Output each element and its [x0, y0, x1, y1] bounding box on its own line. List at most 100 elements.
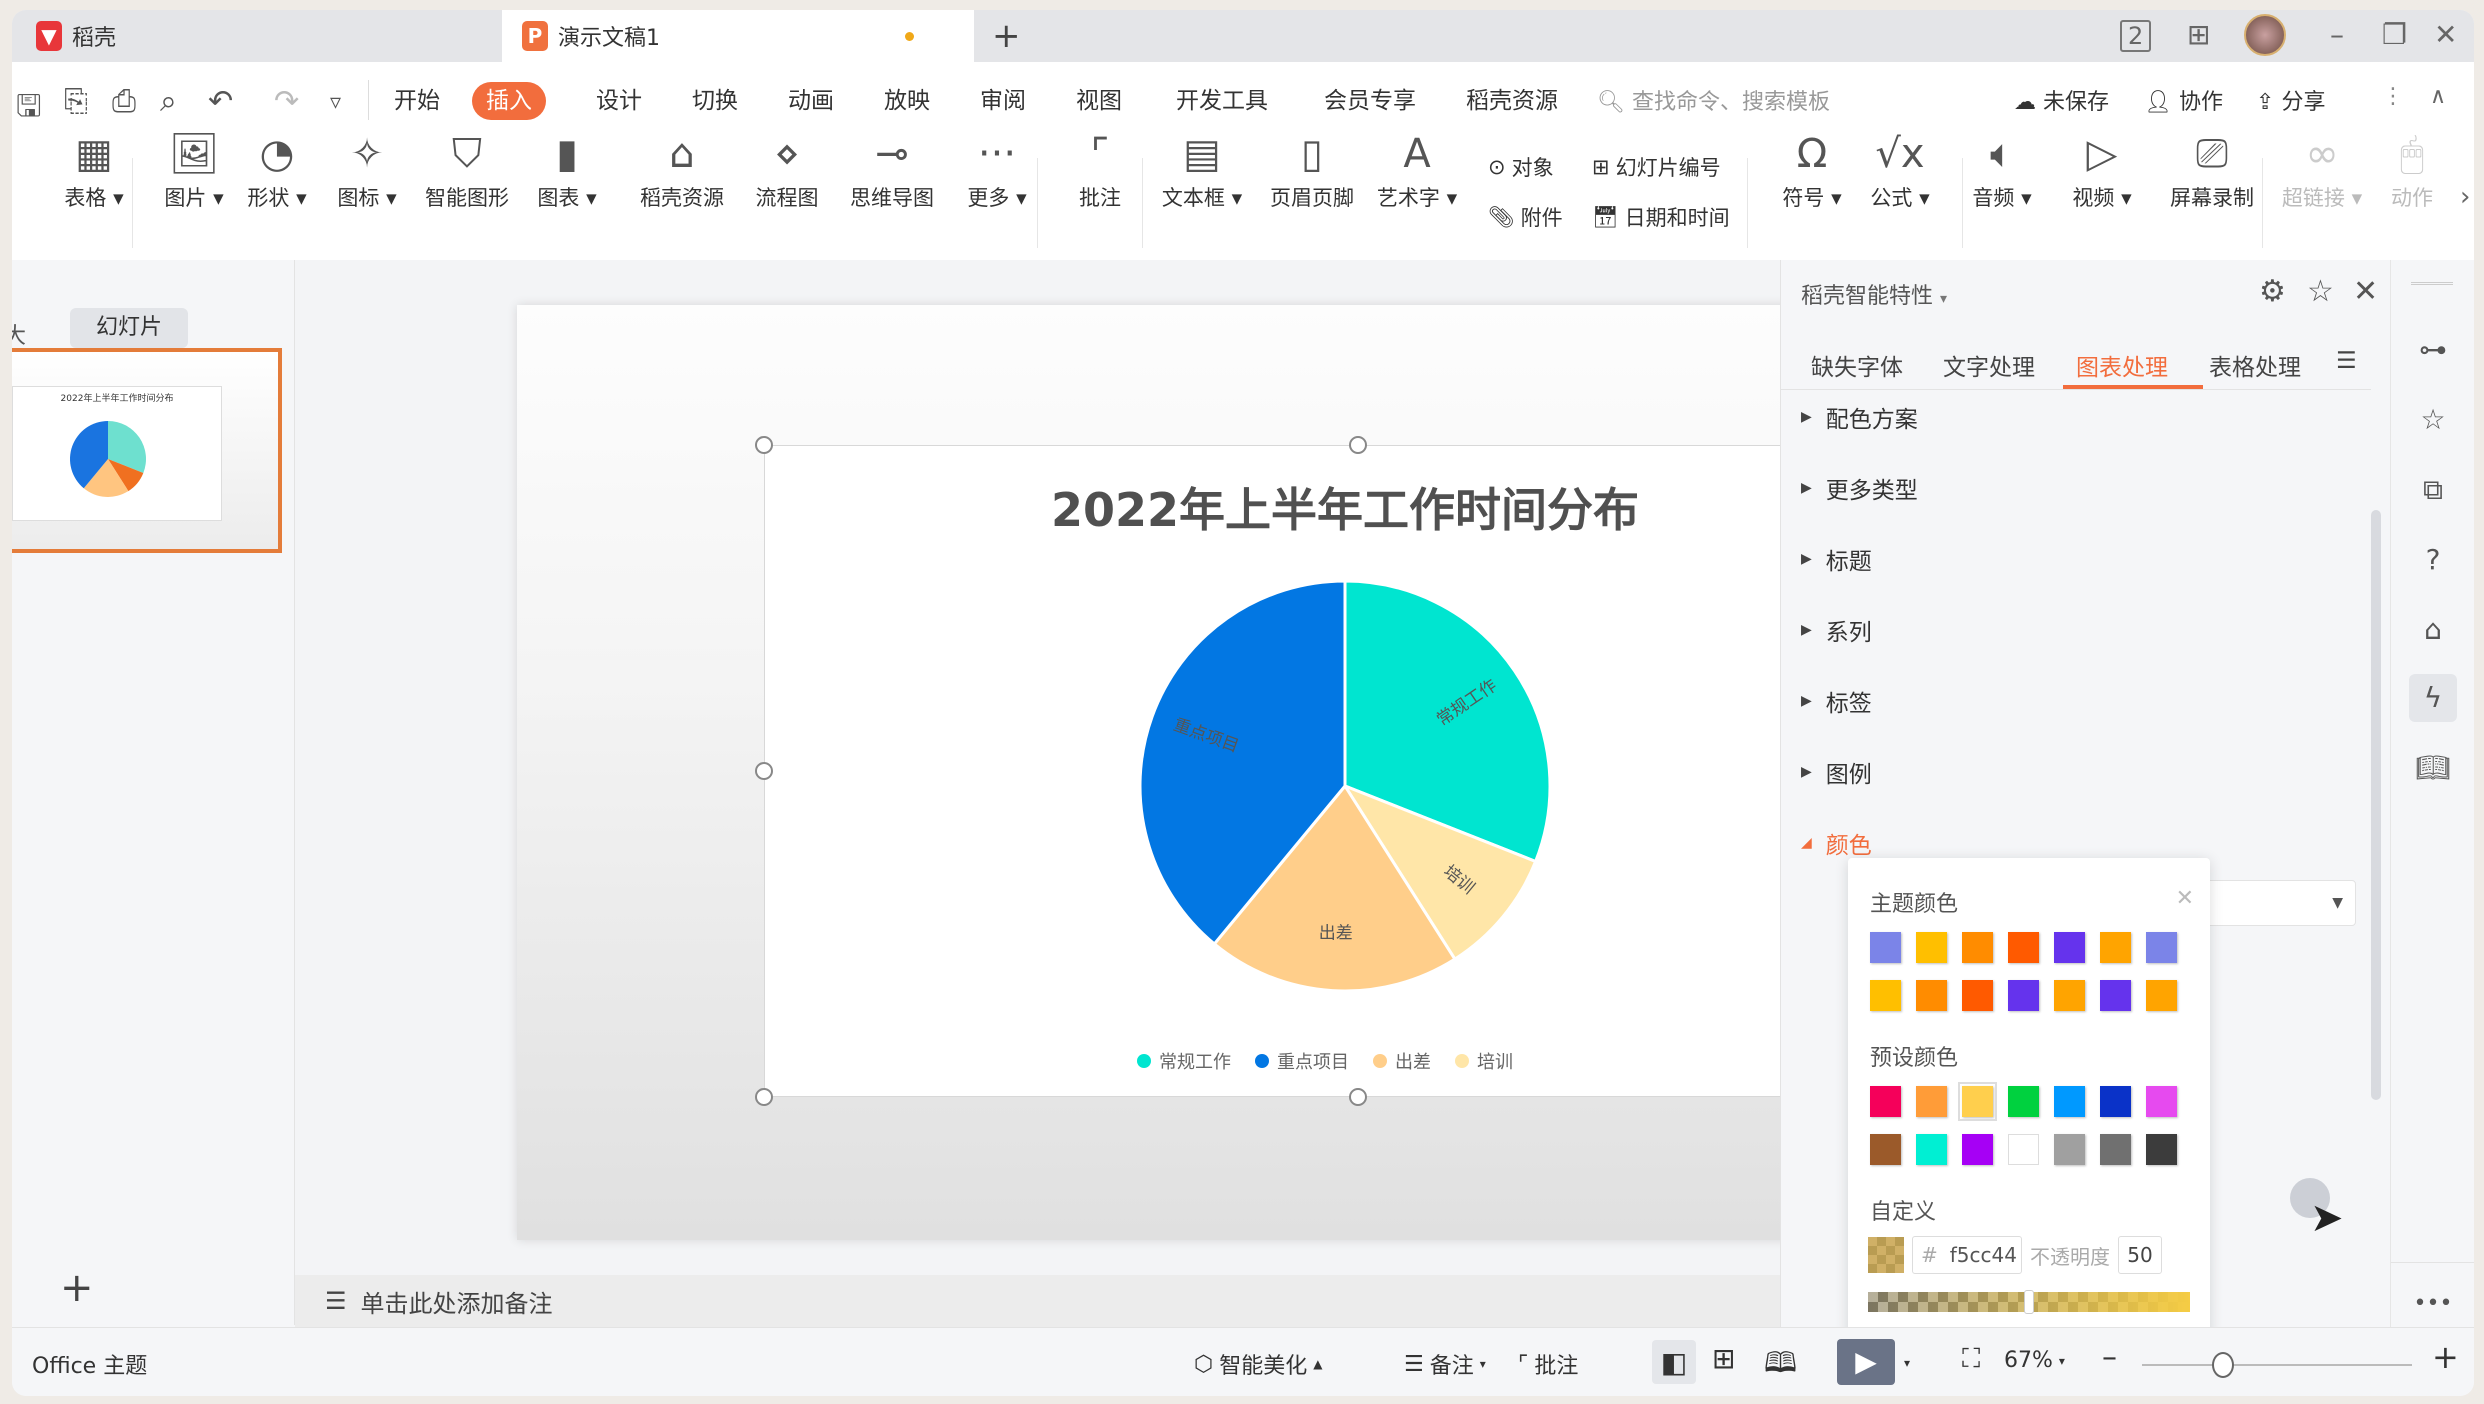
ribbon-chart-button[interactable]: ▮ 图表 ▾: [527, 126, 607, 212]
minimize-button[interactable]: –: [2330, 18, 2344, 51]
multi-window-icon[interactable]: 2: [2120, 20, 2152, 52]
slide-transition-icon[interactable]: ⧉: [2409, 466, 2457, 514]
preset-color-swatch[interactable]: [2054, 1134, 2085, 1165]
notes-toggle-button[interactable]: ☰ 备注 ▾: [1404, 1348, 1486, 1380]
theme-color-swatch[interactable]: [2100, 980, 2131, 1011]
resize-handle-top-left[interactable]: [755, 436, 773, 454]
menu-home[interactable]: 开始: [380, 82, 454, 120]
reading-view-icon[interactable]: 🕮︎: [1764, 1342, 1797, 1390]
slide[interactable]: 2022年上半年工作时间分布 常规工作 培训 出差 重点项目 常规工作 重点项目 出差 培训: [517, 305, 1792, 1240]
unsaved-status[interactable]: ☁ 未保存: [2014, 84, 2109, 116]
tabs-menu-icon[interactable]: ☰: [2336, 348, 2357, 374]
theme-color-swatch[interactable]: [2054, 932, 2085, 963]
close-icon[interactable]: ✕: [2176, 886, 2194, 911]
ribbon-smartart-button[interactable]: ⛉ 智能图形: [412, 126, 522, 212]
slide-thumbnail-1[interactable]: 2022年上半年工作时间分布: [12, 348, 282, 553]
zoom-out-button[interactable]: –: [2102, 1340, 2117, 1375]
legend-item[interactable]: 重点项目: [1255, 1048, 1349, 1074]
pin-icon[interactable]: ☆: [2307, 274, 2334, 309]
export-pdf-icon[interactable]: ⎘: [64, 84, 88, 119]
slide-sorter-icon[interactable]: ⊞: [1712, 1342, 1735, 1375]
print-preview-icon[interactable]: ⌕: [160, 84, 177, 119]
resize-handle-top[interactable]: [1349, 436, 1367, 454]
color-select-dropdown[interactable]: ▼: [2201, 880, 2356, 926]
panel-title[interactable]: 稻壳智能特性 ▾: [1801, 278, 1947, 310]
redo-icon[interactable]: ↷: [274, 84, 299, 119]
resize-handle-left[interactable]: [755, 762, 773, 780]
docer-store-icon[interactable]: ⌂: [2409, 606, 2457, 654]
theme-color-swatch[interactable]: [2008, 980, 2039, 1011]
theme-color-swatch[interactable]: [1962, 932, 1993, 963]
menu-docer-resources[interactable]: 稻壳资源: [1452, 82, 1572, 120]
smart-features-icon[interactable]: ϟ: [2409, 674, 2457, 722]
menu-design[interactable]: 设计: [582, 82, 656, 120]
opacity-slider-thumb[interactable]: [2024, 1290, 2034, 1314]
restore-button[interactable]: ❐: [2382, 18, 2407, 51]
tab-text-processing[interactable]: 文字处理: [1943, 348, 2035, 382]
resize-handle-bottom[interactable]: [1349, 1088, 1367, 1106]
preset-color-swatch[interactable]: [1916, 1134, 1947, 1165]
ribbon-wordart-button[interactable]: A 艺术字 ▾: [1362, 126, 1472, 212]
section-2[interactable]: ▶ 标题: [1801, 542, 1872, 576]
preset-color-swatch[interactable]: [1958, 1082, 1997, 1121]
close-button[interactable]: ✕: [2434, 18, 2457, 51]
tab-table-processing[interactable]: 表格处理: [2209, 348, 2301, 382]
section-0[interactable]: ▶ 配色方案: [1801, 400, 1918, 434]
preset-color-swatch[interactable]: [2146, 1134, 2177, 1165]
theme-color-swatch[interactable]: [2146, 980, 2177, 1011]
resize-handle-bottom-left[interactable]: [755, 1088, 773, 1106]
help-icon[interactable]: ?: [2409, 536, 2457, 584]
ribbon-more-button[interactable]: ··· 更多 ▾: [957, 126, 1037, 212]
theme-color-swatch[interactable]: [2100, 932, 2131, 963]
drag-handle-icon[interactable]: [2411, 282, 2453, 285]
theme-color-swatch[interactable]: [1962, 980, 1993, 1011]
ribbon-textbox-button[interactable]: ▤ 文本框 ▾: [1147, 126, 1257, 212]
section-1[interactable]: ▶ 更多类型: [1801, 471, 1918, 505]
settings-sliders-icon[interactable]: ⊶: [2409, 326, 2457, 374]
slide-number-button[interactable]: ⊞ 幻灯片编号: [1592, 152, 1721, 182]
ribbon-symbol-button[interactable]: Ω 符号 ▾: [1772, 126, 1852, 212]
hex-color-input[interactable]: # f5cc44: [1912, 1236, 2022, 1274]
panel-scrollbar[interactable]: [2371, 510, 2381, 1100]
collapse-ribbon-icon[interactable]: ∧: [2430, 84, 2446, 109]
menu-review[interactable]: 审阅: [966, 82, 1040, 120]
ribbon-header-footer-button[interactable]: ▯ 页眉页脚: [1257, 126, 1367, 212]
theme-name[interactable]: Office 主题: [32, 1348, 147, 1380]
ribbon-hyperlink-button[interactable]: ∞ 超链接 ▾: [2267, 126, 2377, 212]
preset-color-swatch[interactable]: [1916, 1086, 1947, 1117]
share-button[interactable]: ⇪ 分享: [2256, 84, 2325, 116]
ribbon-image-button[interactable]: 🖼︎ 图片 ▾: [154, 126, 234, 212]
theme-color-swatch[interactable]: [1870, 980, 1901, 1011]
preset-color-swatch[interactable]: [2146, 1086, 2177, 1117]
ribbon-docer-resource-button[interactable]: ⌂ 稻壳资源: [627, 126, 737, 212]
preset-color-swatch[interactable]: [1870, 1134, 1901, 1165]
ribbon-action-button[interactable]: 🖱︎ 动作: [2372, 126, 2452, 212]
play-options-chevron-icon[interactable]: ▾: [1904, 1356, 1910, 1370]
save-icon[interactable]: 🖫: [16, 84, 42, 135]
ribbon-comment-button[interactable]: ⌜ 批注: [1060, 126, 1140, 212]
reading-search-icon[interactable]: 📖︎: [2409, 744, 2457, 792]
legend-item[interactable]: 常规工作: [1137, 1048, 1231, 1074]
tab-chart-processing[interactable]: 图表处理: [2076, 348, 2168, 382]
fit-window-icon[interactable]: ⛶: [1962, 1344, 1980, 1375]
new-tab-button[interactable]: +: [992, 16, 1021, 56]
ribbon-formula-button[interactable]: √x 公式 ▾: [1860, 126, 1940, 212]
menu-developer[interactable]: 开发工具: [1162, 82, 1282, 120]
more-icon[interactable]: •••: [2409, 1280, 2457, 1328]
preset-color-swatch[interactable]: [2008, 1086, 2039, 1117]
undo-icon[interactable]: ↶: [208, 84, 233, 119]
tab-docer-home[interactable]: ▼ 稻壳: [22, 10, 497, 62]
preset-color-swatch[interactable]: [2100, 1134, 2131, 1165]
preset-color-swatch[interactable]: [2008, 1134, 2039, 1165]
section-4[interactable]: ▶ 标签: [1801, 684, 1872, 718]
menu-insert[interactable]: 插入: [472, 82, 546, 120]
theme-color-swatch[interactable]: [1870, 932, 1901, 963]
ribbon-icons-button[interactable]: ✧ 图标 ▾: [327, 126, 407, 212]
theme-color-swatch[interactable]: [2054, 980, 2085, 1011]
print-icon[interactable]: ⎙: [112, 84, 136, 119]
menu-animation[interactable]: 动画: [774, 82, 848, 120]
tab-missing-fonts[interactable]: 缺失字体: [1811, 348, 1903, 382]
more-menu-icon[interactable]: ⋮: [2382, 84, 2404, 109]
command-search[interactable]: 🔍︎ 查找命令、搜索模板: [1597, 84, 1830, 116]
menu-member[interactable]: 会员专享: [1310, 82, 1430, 120]
